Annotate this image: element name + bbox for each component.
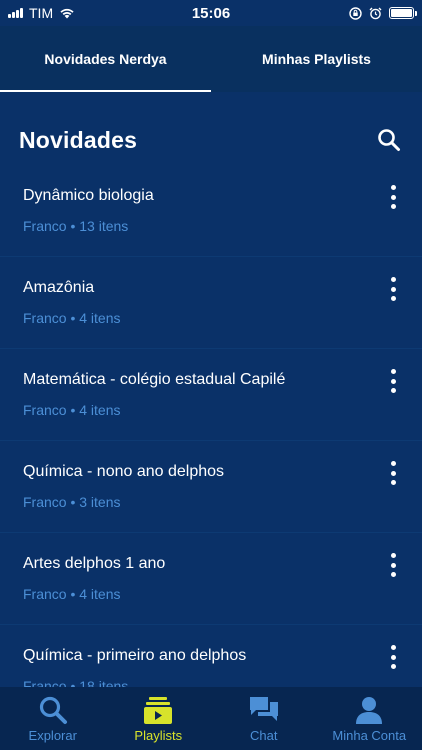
list-item[interactable]: Química - nono ano delphos Franco • 3 it… [0, 441, 422, 533]
playlist-list: Dynâmico biologia Franco • 13 itens Amaz… [0, 165, 422, 717]
list-item[interactable]: Matemática - colégio estadual Capilé Fra… [0, 349, 422, 441]
status-bar: TIM 15:06 [0, 0, 422, 26]
item-subtitle: Franco • 4 itens [23, 402, 121, 418]
search-icon [39, 696, 67, 724]
nav-explorar[interactable]: Explorar [0, 687, 106, 750]
list-item[interactable]: Artes delphos 1 ano Franco • 4 itens [0, 533, 422, 625]
tab-novidades-nerdya[interactable]: Novidades Nerdya [0, 26, 211, 92]
item-title: Matemática - colégio estadual Capilé [23, 371, 286, 388]
alarm-icon [369, 7, 382, 19]
search-button[interactable] [374, 125, 404, 155]
page-header: Novidades [0, 110, 422, 170]
nav-label: Playlists [134, 728, 183, 743]
item-title: Amazônia [23, 279, 95, 296]
more-options-icon[interactable] [386, 369, 400, 393]
search-icon [378, 129, 400, 151]
status-right [274, 6, 417, 20]
signal-icon [8, 8, 23, 18]
more-options-icon[interactable] [386, 461, 400, 485]
more-options-icon[interactable] [386, 277, 400, 301]
chat-icon [249, 697, 278, 721]
top-tabs: Novidades Nerdya Minhas Playlists [0, 26, 422, 92]
item-title: Artes delphos 1 ano [23, 555, 166, 572]
status-time: 15:06 [191, 4, 231, 22]
user-icon [356, 697, 383, 724]
list-item[interactable]: Dynâmico biologia Franco • 13 itens [0, 165, 422, 257]
more-options-icon[interactable] [386, 185, 400, 209]
tab-minhas-playlists[interactable]: Minhas Playlists [211, 26, 422, 92]
item-subtitle: Franco • 3 itens [23, 494, 121, 510]
page-title: Novidades [19, 126, 138, 153]
list-item[interactable]: Amazônia Franco • 4 itens [0, 257, 422, 349]
item-subtitle: Franco • 13 itens [23, 218, 129, 234]
wifi-icon [60, 8, 74, 19]
status-left: TIM [8, 5, 148, 21]
item-title: Dynâmico biologia [23, 187, 154, 204]
rotation-lock-icon [349, 6, 362, 20]
nav-label: Explorar [28, 728, 77, 743]
item-subtitle: Franco • 4 itens [23, 586, 121, 602]
nav-minha-conta[interactable]: Minha Conta [317, 687, 422, 750]
more-options-icon[interactable] [386, 553, 400, 577]
nav-label: Minha Conta [332, 728, 407, 743]
playlists-icon [144, 697, 173, 724]
nav-playlists[interactable]: Playlists [106, 687, 212, 750]
item-subtitle: Franco • 4 itens [23, 310, 121, 326]
more-options-icon[interactable] [386, 645, 400, 669]
bottom-nav: Explorar Playlists Chat Minha Conta [0, 687, 422, 750]
nav-chat[interactable]: Chat [211, 687, 317, 750]
item-title: Química - nono ano delphos [23, 463, 225, 480]
nav-label: Chat [250, 728, 278, 743]
carrier-label: TIM [29, 5, 54, 21]
battery-icon [389, 7, 417, 19]
item-title: Química - primeiro ano delphos [23, 647, 247, 664]
